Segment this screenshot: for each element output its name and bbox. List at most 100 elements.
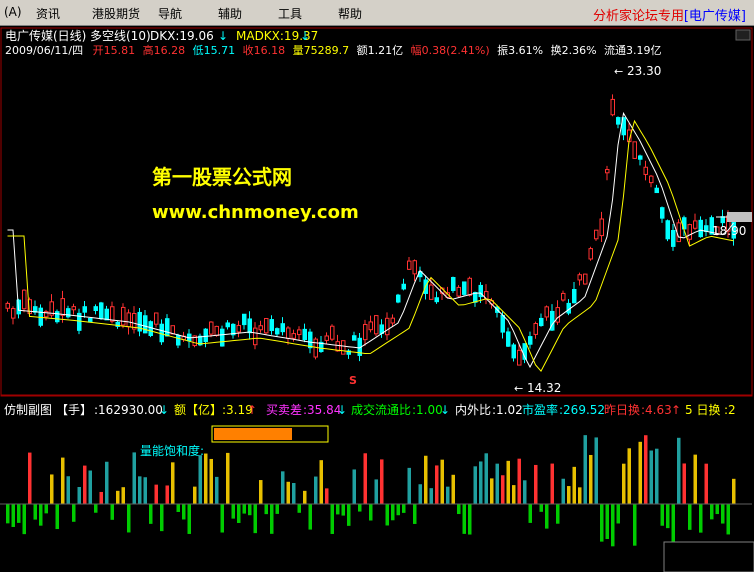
volume-bar [479, 461, 483, 504]
candle [462, 281, 467, 295]
menu-item-navigate[interactable]: 导航 [158, 5, 182, 22]
candle [154, 312, 159, 325]
volume-bar [259, 480, 263, 504]
volume-bar [39, 504, 43, 526]
volume-bar [94, 504, 98, 513]
sub-title: 仿制副图 [4, 403, 52, 417]
candle [396, 294, 401, 303]
low-marker-arrow-icon: ← [514, 382, 523, 395]
down-arrow-icon: ↓ [440, 403, 450, 417]
volume-bar [616, 504, 620, 524]
menu-item-tools[interactable]: 工具 [278, 5, 302, 22]
volume-bar [281, 471, 285, 504]
candle [599, 218, 604, 237]
candle [330, 325, 335, 340]
volume-bar [231, 504, 235, 519]
volume-bar [33, 504, 37, 520]
candle [5, 302, 10, 309]
volume-bar [193, 486, 197, 504]
candle [352, 335, 357, 341]
volume-bar [528, 504, 532, 523]
volume-bar [396, 504, 400, 516]
volume-bar [369, 504, 373, 521]
watermark-title: 第一股票公式网 [152, 165, 292, 189]
volume-bar [446, 486, 450, 504]
candle [594, 229, 599, 240]
candle [38, 307, 43, 326]
volume-bar [671, 504, 675, 547]
volume-bar [611, 504, 615, 547]
candle [264, 318, 269, 334]
quote-line: 2009/06/11/四 开15.81 高16.28 低15.71 收16.18… [5, 43, 662, 57]
volume-bar [352, 469, 356, 504]
candle [693, 220, 698, 229]
scale-thumb[interactable] [735, 29, 751, 41]
candle [242, 313, 247, 326]
volume-bar [17, 504, 21, 523]
menu-item-help[interactable]: 帮助 [338, 5, 362, 22]
candle [66, 308, 71, 318]
volume-bar [292, 483, 296, 504]
saturation-label: 量能饱和度: [140, 443, 204, 458]
candle [225, 322, 230, 328]
candle [209, 321, 214, 335]
menu-item-hk-futures[interactable]: 港股期货 [92, 5, 140, 22]
brand-stock[interactable]: [电广传媒] [684, 5, 746, 24]
candle [583, 273, 588, 285]
candle [660, 207, 665, 219]
candle [22, 289, 27, 310]
candle [302, 328, 307, 341]
volume-bar [336, 504, 340, 515]
volume-bar [545, 504, 549, 529]
candle [165, 318, 170, 337]
candle [654, 187, 659, 194]
candle [126, 312, 131, 328]
volume-bar [600, 504, 604, 542]
volume-bar [187, 504, 191, 534]
candle [544, 306, 549, 318]
volume-bar [220, 504, 224, 533]
volume-bar [484, 453, 488, 504]
volume-bar [72, 504, 76, 522]
candle [82, 306, 87, 313]
volume-bar [649, 450, 653, 504]
volume-bar [270, 504, 274, 534]
volume-bar [105, 461, 109, 504]
candle [275, 328, 280, 335]
volume-bar [319, 460, 323, 504]
menu-item-assist[interactable]: 辅助 [218, 5, 242, 22]
volume-bar [655, 448, 659, 504]
kline-chart[interactable]: 电广传媒(日线) 多空线(10) DKX:19.06 ↓ MADKX:19.37… [0, 26, 754, 572]
candle [88, 317, 93, 323]
candle [99, 302, 104, 320]
volume-bar [198, 455, 202, 504]
candle [561, 292, 566, 301]
volume-bar [275, 504, 279, 514]
candle [517, 349, 522, 366]
candle [605, 169, 610, 174]
five-label: 5 日换 [685, 403, 720, 417]
dkx-value: DKX:19.06 [150, 29, 214, 43]
volume-bar [50, 474, 54, 504]
menu-item-a[interactable]: (A) [4, 5, 22, 19]
volume-bar [468, 504, 472, 535]
candle [588, 248, 593, 260]
volume-bar [127, 504, 131, 533]
candle [203, 328, 208, 343]
volume-bar [380, 459, 384, 504]
volume-bar [622, 463, 626, 504]
menu-item-news[interactable]: 资讯 [36, 5, 60, 22]
madkx-line [7, 119, 734, 372]
volume-bar [435, 465, 439, 504]
corner-box [663, 541, 754, 572]
candle [236, 324, 241, 333]
volume-bar [451, 474, 455, 504]
candle [93, 306, 98, 312]
candle [528, 336, 533, 345]
bs-label: 买卖差 [266, 403, 302, 417]
candle [176, 335, 181, 346]
candle [159, 323, 164, 343]
volume-bar [627, 448, 631, 504]
volume-bar [605, 504, 609, 540]
volume-bar [512, 485, 516, 504]
